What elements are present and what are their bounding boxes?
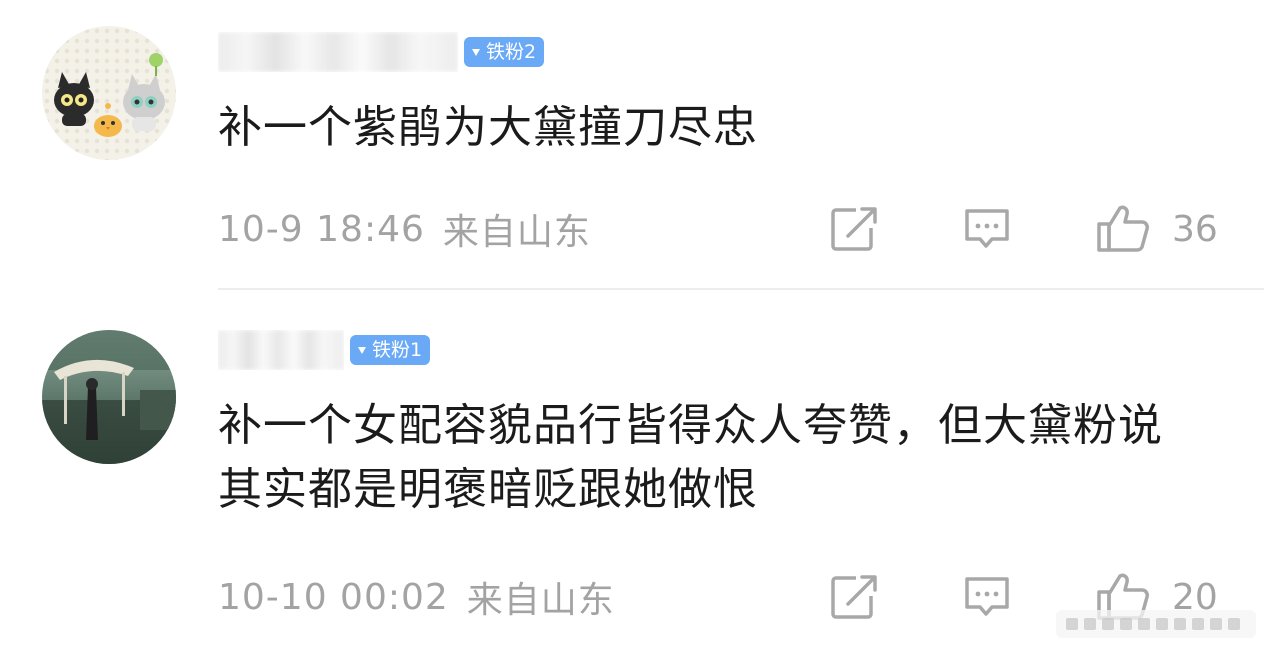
comment-actions: 36 [830, 204, 1224, 254]
fan-badge: 铁粉1 [350, 335, 431, 365]
comment-icon [965, 577, 1009, 616]
watermark-icon [1056, 610, 1256, 638]
comment-item: 铁粉2 补一个紫鹃为大黛撞刀尽忠 10-9 18:46 来自山东 36 [0, 0, 1264, 290]
reply-button[interactable] [962, 204, 1012, 254]
share-icon [831, 575, 877, 619]
avatar-image [42, 330, 176, 464]
like-count: 36 [1172, 208, 1218, 250]
username-row: 铁粉1 [218, 330, 431, 370]
badge-icon [470, 46, 482, 58]
username-row: 铁粉2 [218, 32, 545, 72]
reply-button[interactable] [962, 572, 1012, 622]
fan-badge-label: 铁粉1 [372, 339, 423, 361]
username-redaction [218, 330, 344, 370]
timestamp: 10-9 18:46 [218, 208, 425, 250]
like-button[interactable]: 36 [1096, 204, 1224, 254]
avatar-image [42, 26, 176, 160]
fan-badge-label: 铁粉2 [486, 41, 537, 63]
location: 来自山东 [442, 212, 591, 253]
badge-icon [356, 344, 368, 356]
share-icon [831, 207, 877, 251]
comment-text: 补一个紫鹃为大黛撞刀尽忠 [218, 102, 758, 153]
timestamp: 10-10 00:02 [218, 576, 449, 618]
location: 来自山东 [466, 580, 615, 621]
avatar[interactable] [42, 330, 176, 464]
comment-list: 铁粉2 补一个紫鹃为大黛撞刀尽忠 10-9 18:46 来自山东 36 铁粉1 … [0, 0, 1264, 652]
username[interactable] [218, 32, 458, 72]
avatar[interactable] [42, 26, 176, 160]
share-button[interactable] [830, 204, 878, 254]
username-redaction [218, 32, 458, 72]
share-button[interactable] [830, 572, 878, 622]
fan-badge: 铁粉2 [464, 37, 545, 67]
comment-icon [965, 209, 1009, 248]
thumbs-up-icon [1097, 205, 1149, 252]
watermark [1056, 610, 1256, 638]
comment-meta: 10-9 18:46 来自山东 36 [218, 204, 1224, 254]
comment-text: 补一个女配容貌品行皆得众人夸赞，但大黛粉说其实都是明褒暗贬跟她做恨 [218, 400, 1163, 515]
comment-item: 铁粉1 补一个女配容貌品行皆得众人夸赞，但大黛粉说其实都是明褒暗贬跟她做恨 10… [0, 290, 1264, 652]
username[interactable] [218, 330, 344, 370]
